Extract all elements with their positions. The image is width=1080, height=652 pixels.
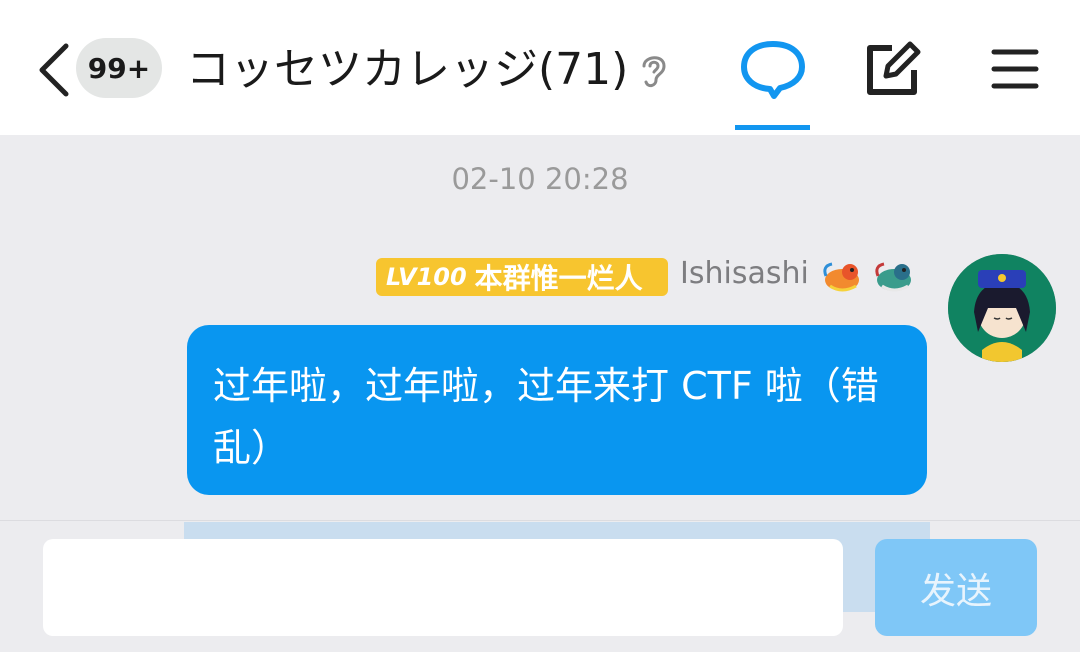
active-tab-indicator	[735, 125, 810, 130]
chevron-left-icon[interactable]	[30, 40, 78, 100]
unread-count-badge[interactable]: 99+	[76, 38, 162, 98]
group-title[interactable]: コッセツカレッジ(71)	[186, 40, 628, 100]
dragon-badge-icon	[875, 262, 911, 292]
send-button[interactable]: 发送	[875, 539, 1037, 636]
hamburger-menu-icon[interactable]	[990, 46, 1040, 92]
edit-square-icon[interactable]	[862, 40, 924, 98]
chat-header: 99+ コッセツカレッジ(71)	[0, 0, 1080, 135]
sender-name[interactable]: Ishisashi	[680, 256, 809, 291]
avatar[interactable]	[948, 254, 1056, 362]
ear-icon[interactable]	[636, 48, 672, 92]
member-level-badge: LV100 本群惟一烂人	[376, 258, 668, 296]
message-bubble[interactable]: 过年啦，过年啦，过年来打 CTF 啦（错乱）	[187, 325, 927, 495]
message-timestamp: 02-10 20:28	[451, 162, 629, 196]
chat-bubble-icon[interactable]	[738, 38, 808, 100]
level-label: LV100	[386, 263, 467, 291]
dragon-badge-icon	[823, 262, 859, 292]
message-input[interactable]	[43, 539, 843, 636]
member-title: 本群惟一烂人	[474, 262, 643, 295]
